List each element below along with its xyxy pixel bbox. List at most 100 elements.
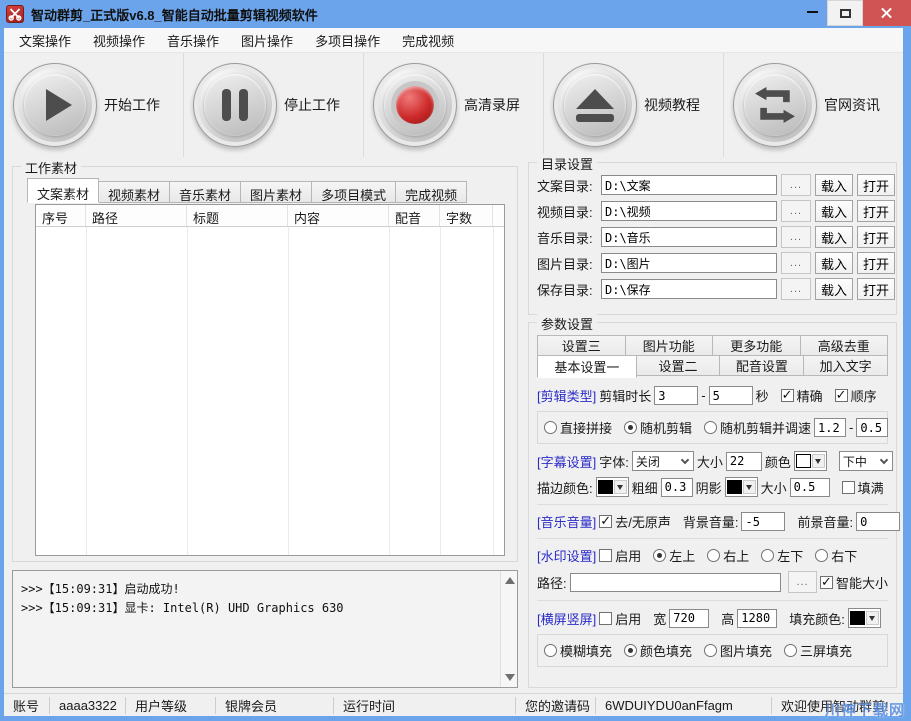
- materials-table-body[interactable]: [36, 227, 504, 555]
- column-header-path[interactable]: 路径: [86, 205, 187, 226]
- title-bar[interactable]: 智动群剪_正式版v6.8_智能自动批量剪辑视频软件: [0, 0, 911, 28]
- speed-min-input[interactable]: [814, 418, 846, 437]
- tab-more-functions[interactable]: 更多功能: [712, 335, 801, 356]
- save-dir-input[interactable]: [601, 279, 777, 299]
- maximize-button[interactable]: [827, 0, 863, 26]
- menu-item-image-ops[interactable]: 图片操作: [230, 28, 304, 53]
- smart-size-checkbox[interactable]: [820, 576, 833, 589]
- column-header-index[interactable]: 序号: [36, 205, 86, 226]
- copy-dir-browse-button[interactable]: ...: [781, 174, 811, 196]
- subtitle-position-select[interactable]: 下中: [839, 451, 893, 471]
- column-header-wordcount[interactable]: 字数: [440, 205, 493, 226]
- fill-color-picker[interactable]: [848, 608, 881, 628]
- blur-fill-radio[interactable]: [544, 644, 557, 657]
- dash: -: [701, 388, 705, 403]
- order-checkbox[interactable]: [835, 389, 848, 402]
- tab-advanced-dedup[interactable]: 高级去重: [800, 335, 889, 356]
- image-dir-browse-button[interactable]: ...: [781, 252, 811, 274]
- font-size-input[interactable]: [726, 452, 762, 471]
- image-fill-radio[interactable]: [704, 644, 717, 657]
- clip-max-input[interactable]: [709, 386, 753, 405]
- remove-original-audio-checkbox[interactable]: [599, 515, 612, 528]
- watermark-enable-checkbox[interactable]: [599, 549, 612, 562]
- tab-image-functions[interactable]: 图片功能: [625, 335, 714, 356]
- log-output[interactable]: >>>【15:09:31】启动成功! >>>【15:09:31】显卡: Inte…: [12, 570, 518, 688]
- thickness-input[interactable]: [661, 478, 693, 497]
- video-dir-browse-button[interactable]: ...: [781, 200, 811, 222]
- screen-enable-checkbox[interactable]: [599, 612, 612, 625]
- stop-work-button[interactable]: 停止工作: [183, 53, 363, 157]
- shadow-size-input[interactable]: [790, 478, 830, 497]
- music-dir-browse-button[interactable]: ...: [781, 226, 811, 248]
- bg-volume-input[interactable]: [741, 512, 785, 531]
- copy-dir-load-button[interactable]: 载入: [815, 174, 853, 196]
- tab-finished-video[interactable]: 完成视频: [396, 181, 467, 203]
- save-dir-browse-button[interactable]: ...: [781, 278, 811, 300]
- video-tutorial-button[interactable]: 视频教程: [543, 53, 723, 157]
- fill-checkbox[interactable]: [842, 481, 855, 494]
- subtitle-color-picker[interactable]: [794, 451, 827, 471]
- video-dir-load-button[interactable]: 载入: [815, 200, 853, 222]
- tab-basic-settings-one[interactable]: 基本设置一: [537, 355, 637, 378]
- random-clip-radio[interactable]: [624, 421, 637, 434]
- random-speed-radio[interactable]: [704, 421, 717, 434]
- log-scrollbar[interactable]: [500, 571, 517, 687]
- clip-min-input[interactable]: [654, 386, 698, 405]
- minimize-button[interactable]: [797, 0, 827, 24]
- font-label: 字体:: [599, 452, 629, 471]
- menu-item-multiproject-ops[interactable]: 多项目操作: [304, 28, 391, 53]
- official-news-button[interactable]: 官网资讯: [723, 53, 903, 157]
- start-work-button[interactable]: 开始工作: [4, 53, 183, 157]
- color-fill-radio[interactable]: [624, 644, 637, 657]
- screen-record-button[interactable]: 高清录屏: [363, 53, 543, 157]
- menu-item-copy-ops[interactable]: 文案操作: [8, 28, 82, 53]
- menu-item-finished-video[interactable]: 完成视频: [391, 28, 465, 53]
- music-dir-input[interactable]: [601, 227, 777, 247]
- watermark-bottomright-radio[interactable]: [815, 549, 828, 562]
- column-header-content[interactable]: 内容: [288, 205, 389, 226]
- font-select[interactable]: 关闭: [632, 451, 694, 471]
- copy-dir-input[interactable]: [601, 175, 777, 195]
- shadow-color-picker[interactable]: [725, 477, 758, 497]
- tab-settings-two[interactable]: 设置二: [636, 355, 721, 376]
- watermark-browse-button[interactable]: ...: [788, 571, 817, 593]
- tab-copy-material[interactable]: 文案素材: [27, 178, 99, 203]
- speed-max-input[interactable]: [856, 418, 888, 437]
- watermark-bottomleft-radio[interactable]: [761, 549, 774, 562]
- watermark-path-input[interactable]: [570, 573, 781, 592]
- screen-height-input[interactable]: [737, 609, 777, 628]
- image-dir-open-button[interactable]: 打开: [857, 252, 895, 274]
- tab-settings-three[interactable]: 设置三: [537, 335, 626, 356]
- scroll-down-icon[interactable]: [505, 674, 515, 681]
- menu-item-music-ops[interactable]: 音乐操作: [156, 28, 230, 53]
- tab-add-text[interactable]: 加入文字: [803, 355, 888, 376]
- image-dir-load-button[interactable]: 载入: [815, 252, 853, 274]
- music-dir-load-button[interactable]: 载入: [815, 226, 853, 248]
- outline-color-picker[interactable]: [596, 477, 629, 497]
- precise-checkbox[interactable]: [781, 389, 794, 402]
- triple-screen-fill-radio[interactable]: [784, 644, 797, 657]
- image-dir-input[interactable]: [601, 253, 777, 273]
- tab-video-material[interactable]: 视频素材: [99, 181, 170, 203]
- save-dir-load-button[interactable]: 载入: [815, 278, 853, 300]
- column-header-title[interactable]: 标题: [187, 205, 288, 226]
- copy-dir-open-button[interactable]: 打开: [857, 174, 895, 196]
- tab-music-material[interactable]: 音乐素材: [170, 181, 241, 203]
- tab-voiceover-settings[interactable]: 配音设置: [719, 355, 804, 376]
- app-icon[interactable]: [6, 5, 24, 23]
- video-dir-input[interactable]: [601, 201, 777, 221]
- tab-multiproject-mode[interactable]: 多项目模式: [312, 181, 396, 203]
- fg-volume-input[interactable]: [856, 512, 900, 531]
- screen-width-input[interactable]: [669, 609, 709, 628]
- watermark-topright-radio[interactable]: [707, 549, 720, 562]
- menu-item-video-ops[interactable]: 视频操作: [82, 28, 156, 53]
- video-dir-open-button[interactable]: 打开: [857, 200, 895, 222]
- direct-join-radio[interactable]: [544, 421, 557, 434]
- tab-image-material[interactable]: 图片素材: [241, 181, 312, 203]
- save-dir-open-button[interactable]: 打开: [857, 278, 895, 300]
- scroll-up-icon[interactable]: [505, 577, 515, 584]
- music-dir-open-button[interactable]: 打开: [857, 226, 895, 248]
- watermark-topleft-radio[interactable]: [653, 549, 666, 562]
- column-header-voiceover[interactable]: 配音: [389, 205, 440, 226]
- close-button[interactable]: [863, 0, 911, 26]
